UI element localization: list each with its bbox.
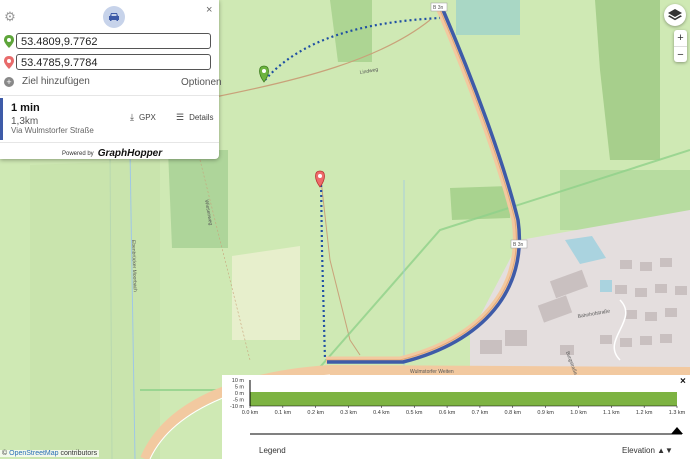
- elevation-x-tick: 0.8 km: [505, 410, 522, 416]
- zoom-in-button[interactable]: +: [674, 30, 687, 47]
- elevation-x-tick: 0.0 km: [242, 410, 259, 416]
- elevation-legend-toggle[interactable]: Legend: [259, 446, 286, 455]
- elevation-x-tick: 1.1 km: [603, 410, 620, 416]
- elevation-x-tick: 0.2 km: [307, 410, 324, 416]
- start-pin-icon: [4, 35, 14, 48]
- route-summary[interactable]: 1 min 1,3km Via Wulmstorfer Straße ⤓ GPX…: [0, 95, 219, 143]
- elevation-x-tick: 0.3 km: [340, 410, 357, 416]
- elevation-x-tick: 0.9 km: [537, 410, 554, 416]
- gpx-export-button[interactable]: ⤓ GPX: [130, 112, 156, 123]
- gear-icon[interactable]: ⚙: [3, 10, 17, 24]
- powered-by-label: Powered by: [62, 150, 94, 157]
- elevation-chart[interactable]: 10 m5 m0 m-5 m-10 m 0.0 km 0.1 km 0.2 km 0.…: [222, 375, 690, 445]
- vehicle-button[interactable]: [103, 6, 125, 28]
- elevation-x-tick: 0.4 km: [373, 410, 390, 416]
- elevation-y-tick: -5 m: [233, 398, 244, 404]
- elevation-y-axis: 10 m5 m0 m-5 m-10 m: [230, 378, 244, 410]
- elevation-x-tick: 0.5 km: [406, 410, 423, 416]
- layers-icon: [668, 8, 682, 20]
- end-pin-icon: [4, 56, 14, 69]
- add-destination-button[interactable]: + Ziel hinzufügen: [4, 76, 90, 87]
- close-icon[interactable]: ×: [206, 4, 212, 16]
- add-destination-label: Ziel hinzufügen: [22, 76, 90, 87]
- details-button[interactable]: ☰ Details: [176, 112, 214, 123]
- elevation-panel: 10 m5 m0 m -5 m -10 m 0.0 km 0.1 km 0.2 km 0.…: [222, 375, 690, 459]
- car-icon: [109, 13, 119, 21]
- elevation-y-tick: 0 m: [235, 391, 245, 397]
- elevation-x-tick: 0.1 km: [275, 410, 292, 416]
- start-location-input[interactable]: 53.4809,9.7762: [16, 33, 211, 49]
- elevation-x-tick: 0.7 km: [472, 410, 489, 416]
- route-time: 1 min: [11, 102, 40, 114]
- details-label: Details: [189, 113, 214, 122]
- elevation-x-axis: 0.0 km 0.1 km 0.2 km 0.3 km 0.4 km 0.5 km 0.6 …: [242, 406, 686, 416]
- powered-by[interactable]: Powered by GraphHopper: [62, 148, 162, 159]
- road-label-b3n-mid: B 3n: [513, 242, 524, 248]
- road-label-b3n-top: B 3n: [433, 5, 444, 11]
- elevation-toggle[interactable]: Elevation ▲▼: [622, 446, 673, 455]
- route-via: Via Wulmstorfer Straße: [11, 126, 94, 135]
- plus-icon: +: [4, 76, 14, 87]
- route-selected-indicator: [0, 98, 3, 140]
- options-button[interactable]: Optionen: [181, 77, 222, 88]
- elevation-y-tick: 5 m: [235, 385, 245, 391]
- zoom-control: + −: [674, 30, 687, 62]
- route-panel: ⚙ × 53.4809,9.7762 53.4785,9.7784 + Ziel…: [0, 0, 222, 159]
- zoom-out-button[interactable]: −: [674, 47, 687, 63]
- list-icon: ☰: [176, 112, 185, 122]
- elevation-y-tick: 10 m: [232, 378, 245, 384]
- attribution-prefix: ©: [2, 450, 8, 457]
- attribution-suffix: contributors: [60, 450, 98, 457]
- end-location-input[interactable]: 53.4785,9.7784: [16, 54, 211, 70]
- download-icon: ⤓: [130, 112, 134, 122]
- elevation-x-tick: 1.0 km: [570, 410, 587, 416]
- map-attribution: © OpenStreetMap contributors: [0, 450, 100, 457]
- elevation-close-icon[interactable]: ×: [680, 376, 686, 387]
- elevation-x-tick: 0.6 km: [439, 410, 456, 416]
- elevation-area: [250, 392, 677, 406]
- layers-button[interactable]: [664, 4, 686, 26]
- osm-link[interactable]: OpenStreetMap: [9, 450, 58, 457]
- graphhopper-logo: GraphHopper: [97, 148, 163, 159]
- elevation-x-tick: 1.2 km: [636, 410, 653, 416]
- elevation-x-tick: 1.3 km: [669, 410, 686, 416]
- elevation-position-marker: [671, 427, 683, 434]
- gpx-label: GPX: [138, 113, 156, 122]
